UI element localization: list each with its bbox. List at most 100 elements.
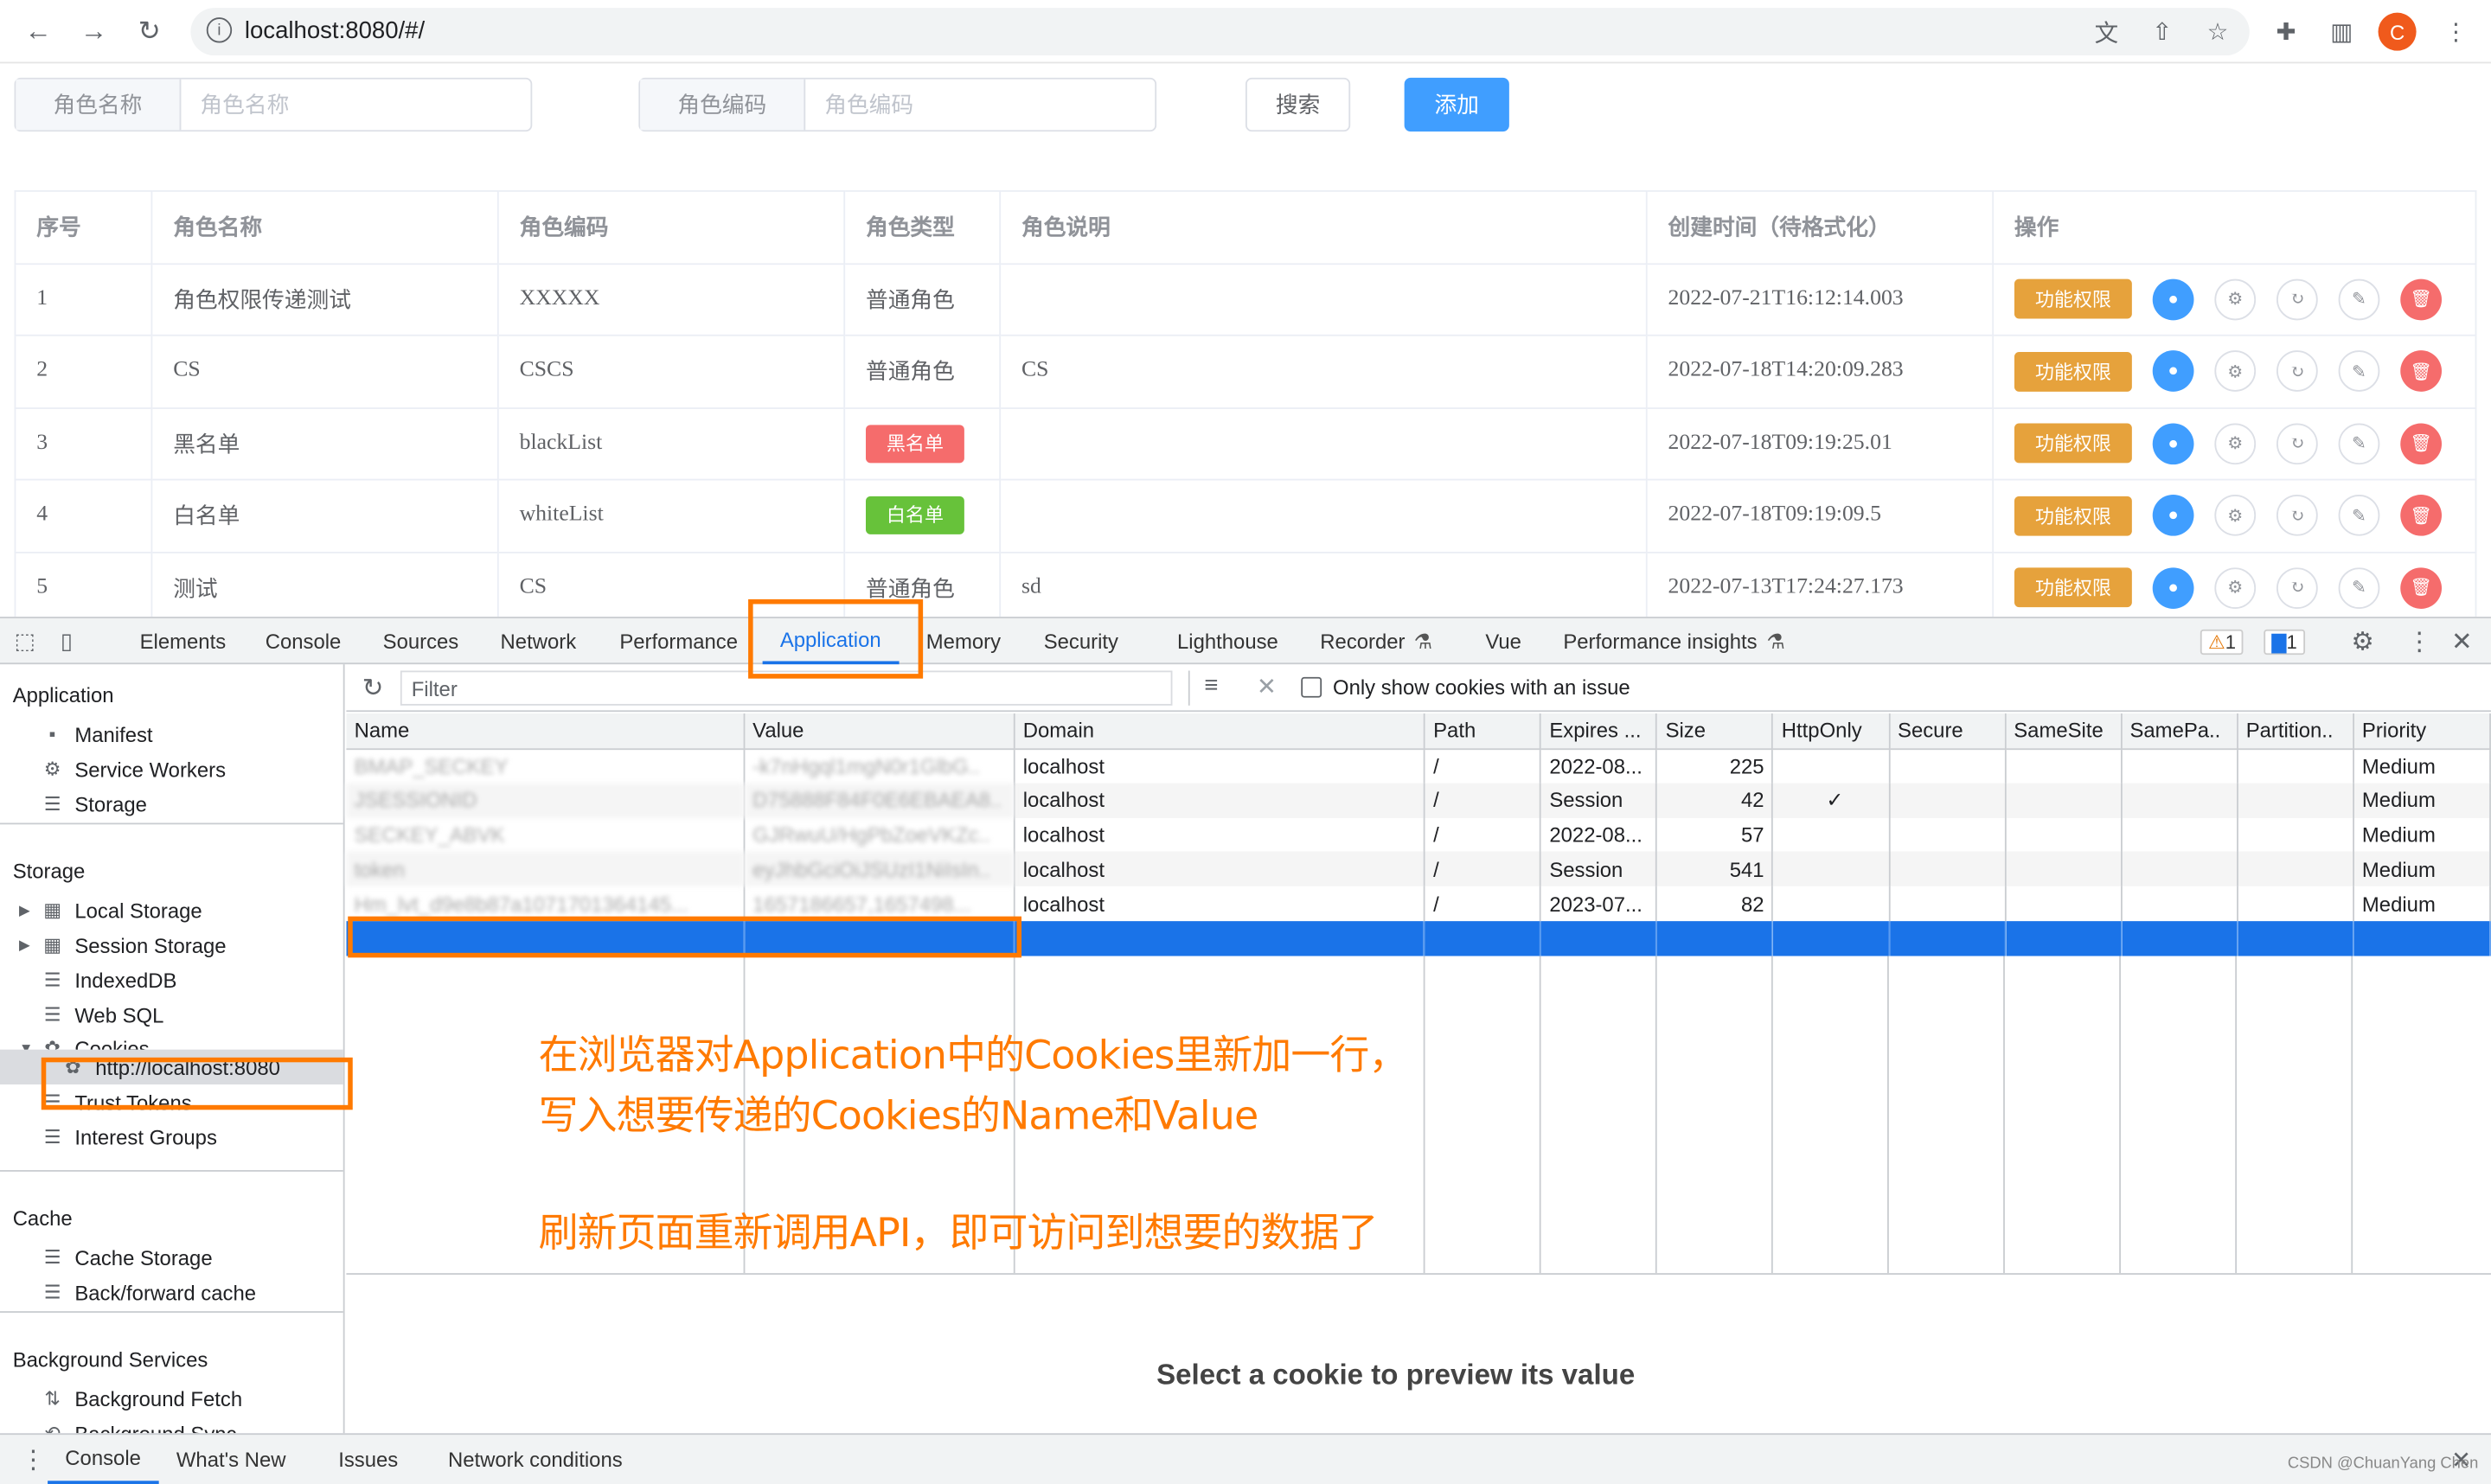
edit-icon[interactable]: ✎ [2338,278,2380,320]
cookie-name[interactable]: JSESSIONID [346,783,745,818]
settings-icon[interactable]: ⚙ [2214,423,2257,464]
tab-performance-insights[interactable]: Performance insights [1563,618,1757,664]
tab-sources[interactable]: Sources [383,618,459,664]
perm-button[interactable]: 功能权限 [2014,423,2132,464]
sidebar-item-indexeddb[interactable]: ☰ IndexedDB [42,964,177,996]
settings-icon[interactable]: ⚙ [2214,566,2257,609]
edit-icon[interactable]: ✎ [2338,350,2380,393]
new-cookie-cell[interactable] [1656,921,1774,956]
sidebar-item-bfcache[interactable]: ☰ Back/forward cache [42,1276,256,1308]
col-size[interactable]: Size [1656,713,1774,750]
sidebar-item-local-storage[interactable]: ▶ ▦ Local Storage [19,894,202,926]
cookie-sameparty[interactable] [2121,886,2238,922]
address-bar[interactable]: i localhost:8080/#/ 文 ⇧ ☆ [190,8,2250,56]
drawer-tab-issues[interactable]: Issues [338,1435,398,1484]
cookie-samesite[interactable] [2005,817,2123,853]
cookie-secure[interactable] [1888,748,2007,784]
menu-kebab-icon[interactable]: ⋮ [2440,16,2472,48]
cookie-partition[interactable] [2237,748,2354,784]
new-cookie-cell[interactable] [2353,921,2491,956]
new-cookie-domain-cell[interactable] [1014,921,1425,956]
cookie-expires[interactable]: 2022-08... [1540,748,1658,784]
delete-selected-icon[interactable]: ✕ [1257,672,1277,700]
reload-icon[interactable]: ↻ [131,13,169,51]
cookie-row[interactable]: Hm_lvt_d9e8b87a1071701364145... 16571866… [346,886,2491,922]
cookie-path[interactable]: / [1425,783,1542,818]
clear-filtered-icon[interactable]: ≡ [1204,672,1218,699]
gear-icon[interactable]: ⚙ [2351,618,2373,664]
search-button[interactable]: 搜索 [1245,77,1351,132]
cookie-priority[interactable]: Medium [2353,817,2491,853]
refresh-icon[interactable]: ↻ [2276,495,2318,537]
col-partition[interactable]: Partition.. [2237,713,2354,750]
warnings-badge[interactable]: ⚠1 [2200,618,2244,664]
back-icon[interactable]: ← [19,13,57,51]
new-cookie-cell[interactable] [2237,921,2354,956]
cookie-partition[interactable] [2237,886,2354,922]
translate-icon[interactable]: 文 [2091,16,2123,48]
only-issue-checkbox[interactable] [1301,676,1322,698]
cookie-path[interactable]: / [1425,852,1542,887]
sidebar-item-service-workers[interactable]: ⚙ Service Workers [42,753,226,785]
url-text[interactable]: localhost:8080/#/ [245,17,425,44]
new-cookie-cell[interactable] [1425,921,1542,956]
tab-performance[interactable]: Performance [619,618,738,664]
cookie-expires[interactable]: Session [1540,852,1658,887]
cookie-samesite[interactable] [2005,748,2123,784]
user-icon[interactable]: ● [2152,495,2194,537]
drawer-tab-network-conditions[interactable]: Network conditions [448,1435,623,1484]
device-toggle-icon[interactable]: ▯ [61,618,73,664]
filter-input[interactable]: Filter [400,670,1173,706]
delete-icon[interactable]: 🗑 [2400,350,2443,393]
col-priority[interactable]: Priority [2353,713,2491,750]
cookie-value[interactable]: 1657186657,1657498... [744,886,1015,922]
cookie-size[interactable]: 225 [1656,748,1774,784]
more-options-icon[interactable]: ⋮ [2407,618,2432,664]
col-httponly[interactable]: HttpOnly [1772,713,1890,750]
cookie-secure[interactable] [1888,783,2007,818]
tab-memory[interactable]: Memory [926,618,1001,664]
cookie-samesite[interactable] [2005,783,2123,818]
cookie-priority[interactable]: Medium [2353,886,2491,922]
cookie-partition[interactable] [2237,852,2354,887]
delete-icon[interactable]: 🗑 [2400,566,2443,609]
cookie-value[interactable]: D75888F84F0E6EBAEA8.. [744,783,1015,818]
cookie-sameparty[interactable] [2121,852,2238,887]
role-name-input[interactable]: 角色名称 [181,80,530,131]
user-icon[interactable]: ● [2152,278,2194,320]
cookie-priority[interactable]: Medium [2353,748,2491,784]
cookie-sameparty[interactable] [2121,817,2238,853]
role-code-input[interactable]: 角色编码 [805,80,1155,131]
new-cookie-cell[interactable] [1772,921,1890,956]
cookie-expires[interactable]: 2023-07... [1540,886,1658,922]
cookie-httponly[interactable] [1772,817,1890,853]
refresh-icon[interactable]: ↻ [2276,423,2318,464]
new-cookie-cell[interactable] [1540,921,1658,956]
sidebar-item-websql[interactable]: ☰ Web SQL [42,999,164,1031]
perm-button[interactable]: 功能权限 [2014,351,2132,392]
tab-application[interactable]: Application [762,618,899,665]
cookie-priority[interactable]: Medium [2353,783,2491,818]
info-icon[interactable]: i [206,17,233,43]
edit-icon[interactable]: ✎ [2338,423,2380,464]
tab-console[interactable]: Console [266,618,342,664]
refresh-icon[interactable]: ↻ [2276,350,2318,393]
cookie-name[interactable]: SECKEY_ABVK [346,817,745,853]
drawer-tab-whats-new[interactable]: What's New [176,1435,286,1484]
cookie-httponly[interactable] [1772,852,1890,887]
sidebar-item-storage[interactable]: ☰ Storage [42,788,147,820]
tab-elements[interactable]: Elements [140,618,227,664]
cookie-domain[interactable]: localhost [1014,852,1425,887]
cookie-sameparty[interactable] [2121,783,2238,818]
cookie-size[interactable]: 57 [1656,817,1774,853]
cookie-secure[interactable] [1888,817,2007,853]
inspect-element-icon[interactable]: ⬚ [15,618,35,664]
new-cookie-cell[interactable] [2005,921,2123,956]
cookie-path[interactable]: / [1425,886,1542,922]
messages-badge[interactable]: ▇1 [2264,618,2305,664]
bookmark-star-icon[interactable]: ☆ [2202,16,2234,48]
cookie-path[interactable]: / [1425,748,1542,784]
refresh-icon[interactable]: ↻ [2276,566,2318,609]
refresh-icon[interactable]: ↻ [362,672,384,704]
col-path[interactable]: Path [1425,713,1542,750]
